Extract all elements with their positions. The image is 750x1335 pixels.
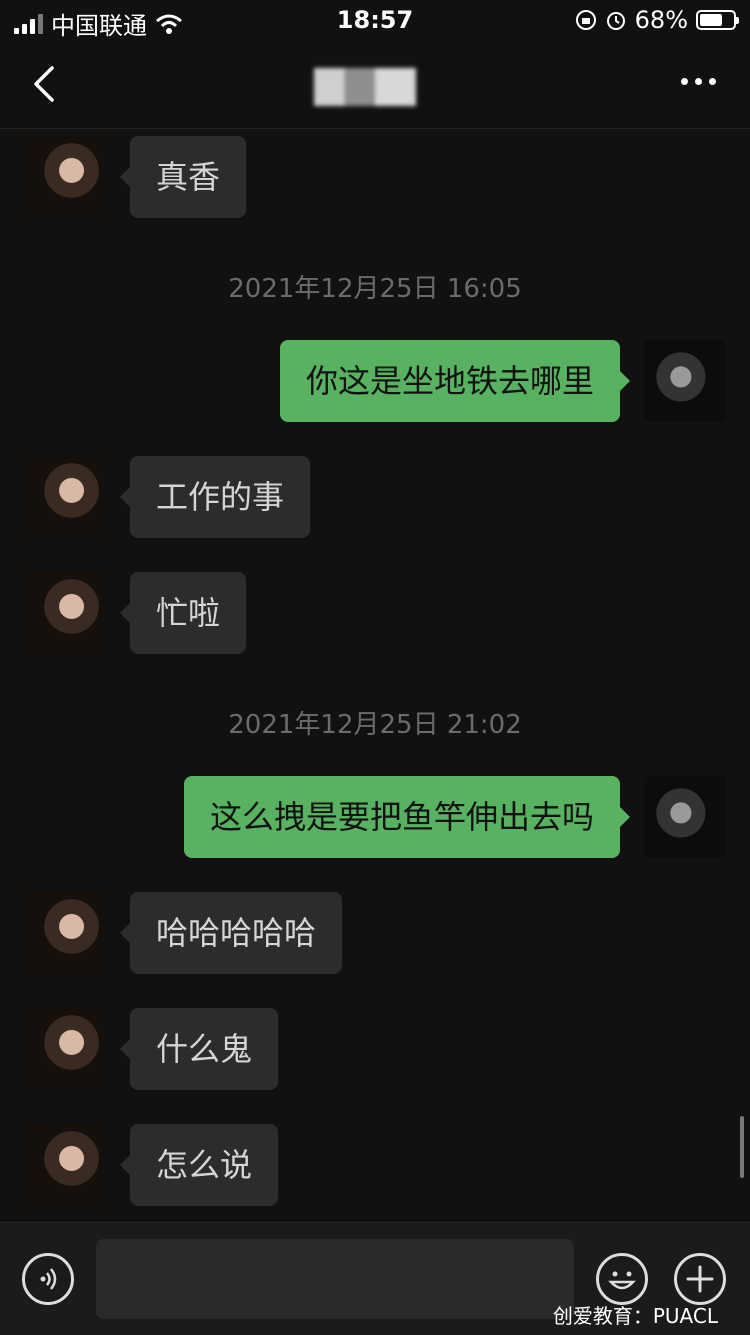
chevron-left-icon[interactable] — [24, 62, 68, 106]
voice-icon[interactable] — [22, 1253, 74, 1305]
battery-icon — [696, 10, 739, 30]
alarm-icon — [606, 12, 625, 30]
status-right: 68% — [575, 6, 739, 34]
contact-avatar[interactable] — [24, 1124, 106, 1206]
message-input[interactable] — [96, 1239, 574, 1319]
message-bubble-incoming[interactable]: 哈哈哈哈哈 — [119, 892, 343, 974]
scrollbar[interactable] — [740, 1116, 744, 1178]
contact-avatar[interactable] — [24, 892, 106, 974]
contact-avatar[interactable] — [24, 136, 106, 218]
message-bubble-incoming[interactable]: 工作的事 — [119, 456, 311, 538]
message-timestamp: 2021年12月25日 21:02 — [228, 710, 522, 740]
message-bubble-incoming[interactable]: 忙啦 — [119, 572, 247, 654]
emoji-icon[interactable] — [596, 1253, 648, 1305]
my-avatar[interactable] — [644, 776, 726, 858]
contact-avatar[interactable] — [24, 456, 106, 538]
message-bubble-outgoing[interactable]: 你这是坐地铁去哪里 — [279, 340, 631, 422]
message-bubble-incoming[interactable]: 什么鬼 — [119, 1008, 279, 1090]
orientation-lock-icon — [575, 10, 596, 30]
input-bar: 创爱教育：PUACL — [0, 1222, 750, 1335]
contact-avatar[interactable] — [24, 572, 106, 654]
message-timestamp: 2021年12月25日 16:05 — [228, 274, 522, 304]
watermark-text: 创爱教育：PUACL — [552, 1304, 718, 1328]
contact-avatar[interactable] — [24, 1008, 106, 1090]
message-bubble-outgoing[interactable]: 这么拽是要把鱼竿伸出去吗 — [183, 776, 631, 858]
my-avatar[interactable] — [644, 340, 726, 422]
chat-header — [0, 44, 750, 129]
status-bar: 中国联通 18:57 68% — [0, 0, 750, 44]
message-list[interactable]: 真香 2021年12月25日 16:05 你这是坐地铁去哪里 工作的事 忙啦 2… — [0, 128, 750, 1222]
message-bubble-incoming[interactable]: 怎么说 — [119, 1124, 279, 1206]
battery-percent: 68% — [634, 6, 688, 34]
contact-name-blurred — [314, 68, 416, 106]
more-dots-icon[interactable] — [681, 78, 716, 85]
message-bubble-incoming[interactable]: 真香 — [119, 136, 247, 218]
plus-icon[interactable] — [674, 1253, 726, 1305]
